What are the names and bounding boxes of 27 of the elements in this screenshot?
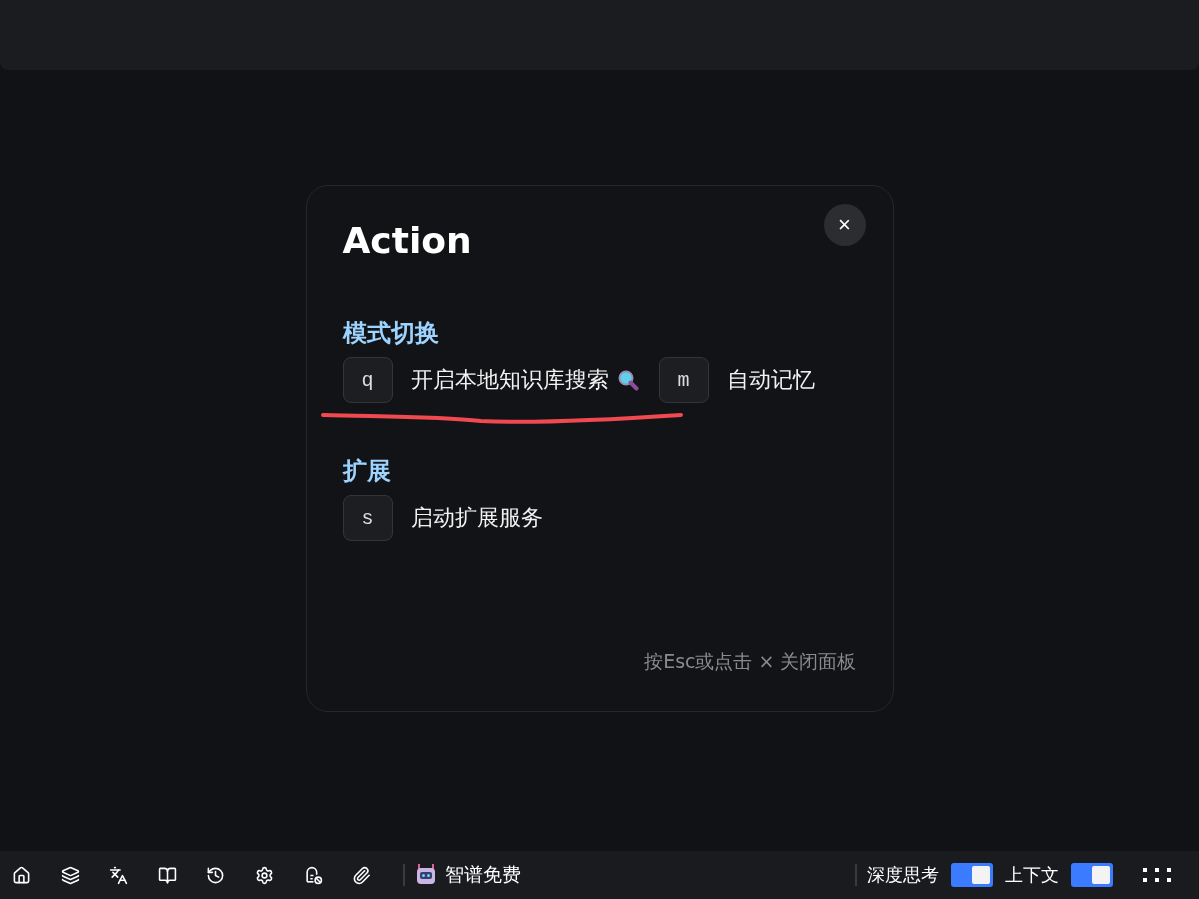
action-label: 自动记忆 (726, 366, 815, 394)
robot-icon (414, 863, 437, 887)
model-selector[interactable]: 智谱免费 (414, 862, 521, 888)
dialog-title: Action (342, 220, 472, 261)
layers-icon (60, 865, 80, 885)
close-button[interactable]: × (823, 204, 866, 246)
settings-icon (254, 865, 274, 885)
translate-icon (109, 865, 129, 885)
home-icon (12, 865, 31, 885)
toggle-switch[interactable] (951, 863, 993, 887)
book-icon (157, 865, 177, 885)
action-label: 启动扩展服务 (410, 504, 543, 532)
toggle-label: 上下文 (1005, 863, 1059, 887)
shortcut-key[interactable]: s (342, 495, 393, 541)
grid-icon (1143, 868, 1171, 882)
toggle-label: 深度思考 (867, 863, 939, 887)
toggle-switch[interactable] (1071, 863, 1113, 887)
section-heading: 模式切换 (342, 318, 440, 349)
history-icon (206, 865, 226, 885)
section-heading: 扩展 (342, 456, 392, 487)
file-blocked-icon (303, 865, 323, 885)
attach-icon (352, 865, 372, 885)
shortcut-key[interactable]: q (342, 357, 393, 403)
shortcut-key[interactable]: m (658, 357, 709, 403)
close-hint: 按Esc或点击 × 关闭面板 (644, 649, 857, 674)
action-label: 开启本地知识库搜索 (410, 366, 609, 394)
apps-menu-button[interactable] (1143, 868, 1171, 882)
